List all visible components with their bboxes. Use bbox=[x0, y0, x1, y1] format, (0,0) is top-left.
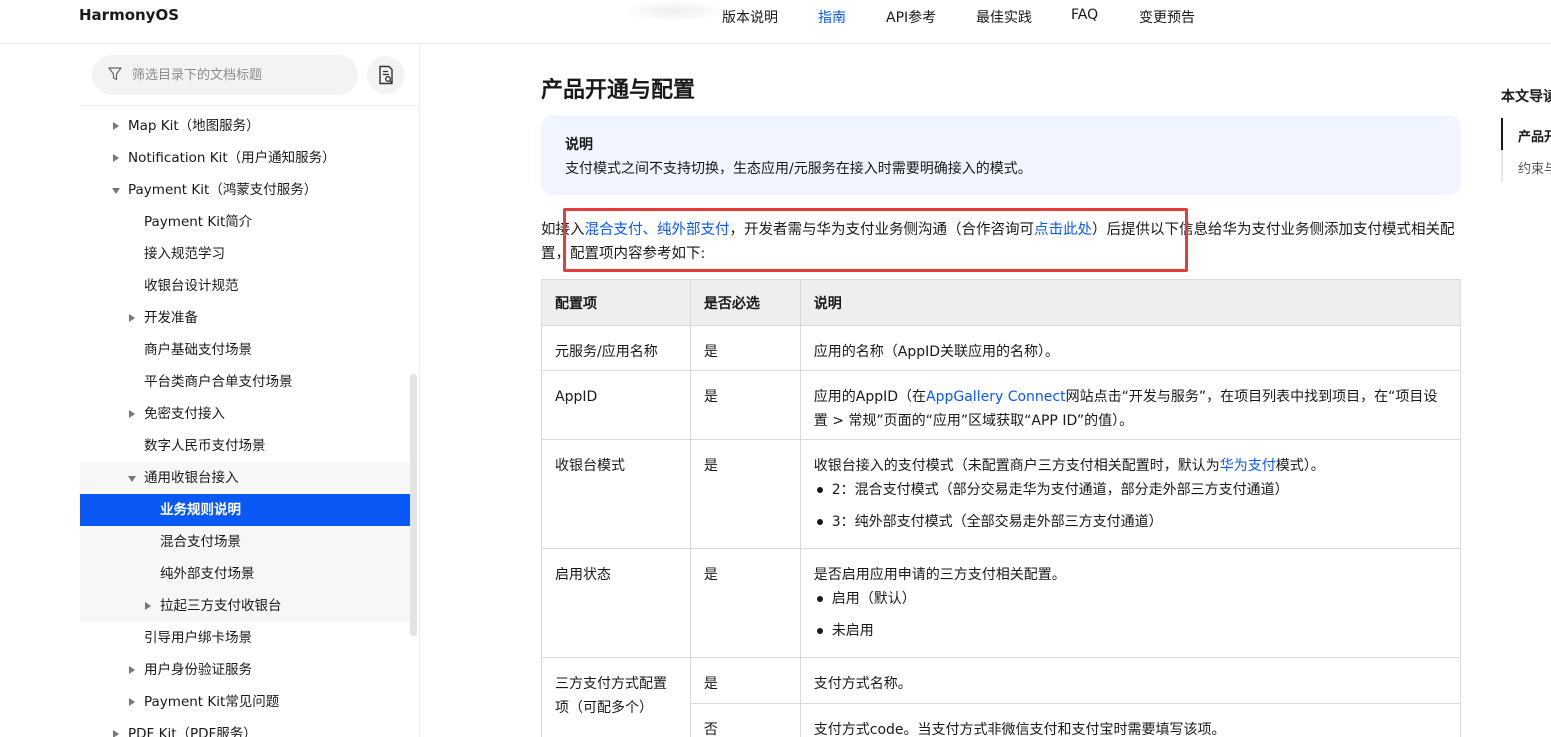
document-search-button[interactable] bbox=[367, 56, 405, 94]
nav-best-practice[interactable]: 最佳实践 bbox=[976, 7, 1032, 27]
tree-item-digital-rmb[interactable]: 数字人民币支付场景 bbox=[80, 430, 410, 462]
tree-item-password-free[interactable]: 免密支付接入 bbox=[80, 398, 410, 430]
nav-change-notice[interactable]: 变更预告 bbox=[1139, 7, 1195, 27]
bullet-item: 2：混合支付模式（部分交易走华为支付通道，部分走外部三方支付通道） bbox=[814, 478, 1447, 502]
chevron-right-icon bbox=[113, 154, 119, 162]
config-table: 配置项 是否必选 说明 元服务/应用名称 是 应用的名称（AppID关联应用的名… bbox=[541, 279, 1462, 737]
brand-logo[interactable]: HarmonyOS bbox=[79, 6, 179, 24]
tree-item-dev-prep[interactable]: 开发准备 bbox=[80, 302, 410, 334]
tree-item-pdf-kit[interactable]: PDF Kit（PDF服务） bbox=[80, 718, 410, 737]
tree-item-payment-kit-intro[interactable]: Payment Kit简介 bbox=[80, 206, 410, 238]
table-cell: 是 bbox=[689, 548, 801, 658]
table-cell: 是 bbox=[689, 439, 801, 549]
link-huawei-pay[interactable]: 华为支付 bbox=[1220, 458, 1276, 474]
table-cell: 是 bbox=[689, 657, 801, 704]
tree-item-cashier-design[interactable]: 收银台设计规范 bbox=[80, 270, 410, 302]
link-appgallery-connect[interactable]: AppGallery Connect bbox=[926, 389, 1066, 405]
tree-item-business-rules[interactable]: 业务规则说明 bbox=[80, 494, 410, 526]
toc-item-product-config[interactable]: 产品开通与配置 bbox=[1518, 126, 1551, 145]
table-row: 三方支付方式配置项（可配多个） 是 支付方式名称。 bbox=[541, 657, 1462, 737]
tree-item-pure-external[interactable]: 纯外部支付场景 bbox=[80, 558, 410, 590]
table-cell: 三方支付方式配置项（可配多个） bbox=[541, 657, 691, 737]
chevron-right-icon bbox=[113, 730, 119, 737]
sidebar-toolbar bbox=[80, 44, 419, 106]
sidebar: Map Kit（地图服务） Notification Kit（用户通知服务） P… bbox=[80, 44, 420, 737]
table-cell: AppID bbox=[541, 370, 691, 440]
header-decoration bbox=[620, 0, 730, 22]
tree-item-general-cashier[interactable]: 通用收银台接入 bbox=[80, 462, 410, 494]
note-box: 说明 支付模式之间不支持切换，生态应用/元服务在接入时需要明确接入的模式。 bbox=[541, 115, 1461, 195]
column-header: 说明 bbox=[799, 279, 1462, 326]
toc-item-constraints[interactable]: 约束与限制 bbox=[1518, 158, 1551, 177]
link-pure-external-payment[interactable]: 纯外部支付 bbox=[657, 222, 730, 238]
table-row: 元服务/应用名称 是 应用的名称（AppID关联应用的名称）。 bbox=[541, 325, 1462, 371]
chevron-down-icon bbox=[128, 476, 136, 482]
column-header: 是否必选 bbox=[689, 279, 801, 326]
top-header: HarmonyOS 版本说明 指南 API参考 最佳实践 FAQ 变更预告 bbox=[0, 0, 1551, 44]
toc-active-indicator bbox=[1501, 118, 1503, 150]
toc-title: 本文导读 bbox=[1501, 89, 1551, 105]
table-cell: 收银台接入的支付模式（未配置商户三方支付相关配置时，默认为华为支付模式）。 2：… bbox=[799, 439, 1462, 549]
table-cell: 支付方式code。当支付方式非微信支付和支付宝时需要填写该项。 bbox=[799, 703, 1462, 737]
filter-input[interactable] bbox=[132, 55, 352, 95]
table-cell: 是 bbox=[689, 325, 801, 371]
nav-guide[interactable]: 指南 bbox=[818, 7, 846, 27]
table-cell: 元服务/应用名称 bbox=[541, 325, 691, 371]
tree-item-merged-payment[interactable]: 平台类商户合单支付场景 bbox=[80, 366, 410, 398]
note-body: 支付模式之间不支持切换，生态应用/元服务在接入时需要明确接入的模式。 bbox=[565, 161, 1032, 177]
table-row: AppID 是 应用的AppID（在AppGallery Connect网站点击… bbox=[541, 370, 1462, 440]
table-cell: 应用的AppID（在AppGallery Connect网站点击“开发与服务”，… bbox=[799, 370, 1462, 440]
chevron-right-icon bbox=[129, 410, 135, 418]
tree-item-mixed-payment[interactable]: 混合支付场景 bbox=[80, 526, 410, 558]
chevron-right-icon bbox=[129, 698, 135, 706]
table-row: 启用状态 是 是否启用应用申请的三方支付相关配置。 启用（默认） 未启用 bbox=[541, 548, 1462, 658]
table-cell: 是否启用应用申请的三方支付相关配置。 启用（默认） 未启用 bbox=[799, 548, 1462, 658]
chevron-right-icon bbox=[129, 666, 135, 674]
page-title: 产品开通与配置 bbox=[541, 78, 696, 103]
table-cell: 启用状态 bbox=[541, 548, 691, 658]
table-header-row: 配置项 是否必选 说明 bbox=[541, 279, 1462, 326]
column-header: 配置项 bbox=[541, 279, 691, 326]
link-click-here[interactable]: 点击此处 bbox=[1034, 222, 1092, 238]
chevron-right-icon bbox=[113, 122, 119, 130]
funnel-icon bbox=[108, 67, 122, 81]
tree-item-payment-kit[interactable]: Payment Kit（鸿蒙支付服务） bbox=[80, 174, 410, 206]
tree-item-payment-faq[interactable]: Payment Kit常见问题 bbox=[80, 686, 410, 718]
table-cell: 否 bbox=[689, 703, 801, 737]
tree-item-basic-payment[interactable]: 商户基础支付场景 bbox=[80, 334, 410, 366]
bullet-item: 3：纯外部支付模式（全部交易走外部三方支付通道） bbox=[814, 510, 1447, 534]
tree-item-bind-card[interactable]: 引导用户绑卡场景 bbox=[80, 622, 410, 654]
chevron-right-icon bbox=[145, 602, 151, 610]
intro-paragraph: 如接入混合支付、纯外部支付，开发者需与华为支付业务侧沟通（合作咨询可点击此处）后… bbox=[541, 222, 1455, 262]
tree-item-notification-kit[interactable]: Notification Kit（用户通知服务） bbox=[80, 142, 410, 174]
link-mixed-payment[interactable]: 混合支付 bbox=[585, 222, 643, 238]
chevron-down-icon bbox=[112, 188, 120, 194]
sidebar-scrollbar[interactable] bbox=[410, 374, 417, 636]
table-cell: 是 bbox=[689, 370, 801, 440]
tree-item-map-kit[interactable]: Map Kit（地图服务） bbox=[80, 110, 410, 142]
table-cell: 应用的名称（AppID关联应用的名称）。 bbox=[799, 325, 1462, 371]
bullet-item: 未启用 bbox=[814, 619, 1447, 643]
chevron-right-icon bbox=[129, 314, 135, 322]
doc-tree: Map Kit（地图服务） Notification Kit（用户通知服务） P… bbox=[80, 110, 410, 737]
tree-item-launch-third-party[interactable]: 拉起三方支付收银台 bbox=[80, 590, 410, 622]
bullet-item: 启用（默认） bbox=[814, 587, 1447, 611]
table-cell: 收银台模式 bbox=[541, 439, 691, 549]
document-search-icon bbox=[379, 65, 393, 85]
nav-api-reference[interactable]: API参考 bbox=[886, 7, 936, 27]
nav-release-notes[interactable]: 版本说明 bbox=[722, 7, 778, 27]
table-cell: 支付方式名称。 bbox=[799, 657, 1462, 704]
note-title: 说明 bbox=[565, 137, 593, 153]
filter-box bbox=[92, 55, 358, 95]
table-row: 收银台模式 是 收银台接入的支付模式（未配置商户三方支付相关配置时，默认为华为支… bbox=[541, 439, 1462, 549]
tree-item-access-spec[interactable]: 接入规范学习 bbox=[80, 238, 410, 270]
nav-faq[interactable]: FAQ bbox=[1071, 7, 1098, 23]
tree-item-identity-verify[interactable]: 用户身份验证服务 bbox=[80, 654, 410, 686]
